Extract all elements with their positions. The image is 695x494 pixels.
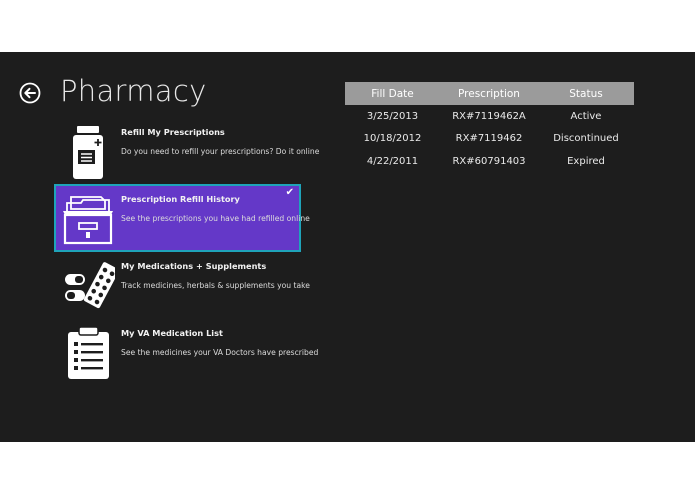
check-icon: ✔ — [285, 187, 294, 198]
table-row[interactable]: 3/25/2013 RX#7119462A Active — [345, 105, 634, 128]
column-header-fill-date[interactable]: Fill Date — [345, 82, 440, 105]
status-cell: Active — [570, 110, 602, 122]
prescription-cell: RX#60791403 — [452, 155, 526, 167]
table-row[interactable]: 4/22/2011 RX#60791403 Expired — [345, 150, 634, 173]
tile-title: My VA Medication List — [121, 328, 223, 338]
clipboard-list-icon — [68, 326, 109, 379]
page-title: Pharmacy — [60, 74, 207, 108]
table-header: Fill Date Prescription Status — [345, 82, 634, 105]
app-window: Pharmacy Refill My Prescriptions Do you … — [0, 52, 695, 442]
fill-date-cell: 10/18/2012 — [363, 133, 422, 145]
tile-my-medications-supplements[interactable]: My Medications + Supplements Track medic… — [55, 252, 310, 318]
back-arrow-icon[interactable] — [19, 82, 41, 104]
column-header-status[interactable]: Status — [538, 82, 634, 105]
status-cell: Expired — [567, 155, 605, 167]
table-row[interactable]: 10/18/2012 RX#7119462 Discontinued — [345, 128, 634, 151]
column-header-prescription[interactable]: Prescription — [440, 82, 538, 105]
pills-icon — [65, 262, 115, 309]
prescription-history-table: Fill Date Prescription Status 3/25/2013 … — [345, 82, 634, 173]
tile-description: See the medicines your VA Doctors have p… — [121, 348, 319, 357]
prescription-cell: RX#7119462 — [455, 133, 523, 145]
fill-date-cell: 4/22/2011 — [366, 155, 419, 167]
tile-title: Refill My Prescriptions — [121, 127, 225, 137]
file-drawer-icon — [63, 196, 113, 245]
tile-title: My Medications + Supplements — [121, 261, 267, 271]
tile-description: Track medicines, herbals & supplements y… — [121, 281, 310, 290]
prescription-cell: RX#7119462A — [452, 110, 526, 122]
tile-description: Do you need to refill your prescriptions… — [121, 147, 320, 156]
tile-refill-my-prescriptions[interactable]: Refill My Prescriptions Do you need to r… — [55, 118, 319, 184]
tile-my-va-medication-list[interactable]: My VA Medication List See the medicines … — [55, 319, 318, 385]
tile-title: Prescription Refill History — [121, 194, 240, 204]
tile-description: See the prescriptions you have had refil… — [121, 214, 310, 223]
fill-date-cell: 3/25/2013 — [366, 110, 419, 122]
status-cell: Discontinued — [553, 133, 619, 145]
pill-bottle-icon — [73, 126, 103, 179]
tile-prescription-refill-history[interactable]: Prescription Refill History See the pres… — [54, 184, 310, 252]
